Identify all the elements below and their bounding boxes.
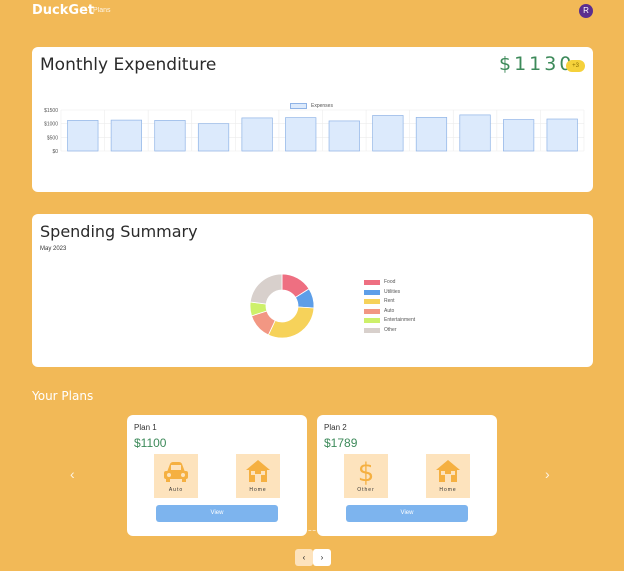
legend-label: Rent [384, 298, 395, 304]
dollar-icon: $ [358, 458, 375, 485]
category-tile-label: Other [357, 487, 375, 493]
svg-text:$: $ [358, 458, 375, 485]
monthly-expenditure-card: Monthly Expenditure $1130 +3 Expenses $0… [32, 47, 593, 192]
y-tick-label: $1500 [44, 108, 58, 114]
spending-summary-title: Spending Summary [40, 222, 198, 241]
pager-prev-button[interactable]: ‹ [295, 549, 313, 566]
bar[interactable] [154, 120, 186, 152]
bar[interactable] [503, 119, 535, 152]
house-icon [246, 460, 270, 482]
donut-slice-rent[interactable] [267, 306, 315, 339]
bar[interactable] [328, 120, 360, 152]
expenditure-delta-badge: +3 [566, 60, 585, 72]
category-tile-label: Home [249, 487, 267, 493]
legend-swatch [364, 299, 380, 304]
spending-summary-card: Spending Summary May 2023 Food Utilities R… [32, 214, 593, 367]
bar[interactable] [241, 117, 273, 152]
category-tile-home[interactable]: Home [236, 454, 280, 498]
legend-swatch [364, 308, 380, 314]
y-tick-label: $1000 [44, 122, 58, 128]
category-tile-home[interactable]: Home [426, 454, 470, 498]
y-tick-label: $500 [47, 135, 58, 141]
carousel-prev-arrow[interactable]: ‹ [70, 466, 75, 482]
plan-amount: $1789 [324, 436, 358, 450]
legend-label: Other [384, 326, 397, 333]
bar[interactable] [285, 117, 317, 152]
nav-link-plans[interactable]: Plans [93, 7, 111, 14]
legend-swatch [364, 327, 380, 333]
bar[interactable] [197, 123, 230, 152]
plan-name: Plan 2 [324, 423, 347, 432]
user-avatar[interactable]: R [579, 4, 593, 18]
bar[interactable] [67, 120, 99, 152]
donut-slice-other[interactable] [249, 273, 283, 305]
view-plan-button[interactable]: View [346, 505, 468, 522]
bar[interactable] [459, 114, 491, 152]
legend-label: Utilities [384, 288, 401, 295]
monthly-expenditure-title: Monthly Expenditure [40, 55, 217, 75]
plan-card-2[interactable]: Plan 2 $1789 $ Other Home View [317, 415, 497, 536]
bar[interactable] [546, 118, 578, 152]
category-tile-label: Home [439, 487, 457, 493]
category-tile-auto[interactable]: Auto [154, 454, 198, 498]
brand-logo[interactable]: DuckGet [32, 3, 94, 18]
category-tile-other[interactable]: $ Other [344, 454, 388, 498]
legend-label: Entertainment [384, 317, 416, 323]
bar[interactable] [415, 117, 448, 152]
plan-name: Plan 1 [134, 423, 157, 432]
car-icon [164, 462, 188, 482]
spending-donut-chart [249, 273, 315, 339]
pager-next-button[interactable]: › [313, 549, 331, 566]
bar[interactable] [110, 119, 142, 152]
category-tile-label: Auto [168, 487, 184, 493]
expenses-bar-chart: $0 $500 $1000 $1500 [44, 108, 585, 155]
legend-swatch [364, 318, 380, 323]
carousel-indicator [304, 530, 320, 532]
expenditure-total: $1130 [499, 53, 575, 75]
legend-label: Food [384, 279, 396, 285]
legend-label: Auto [384, 307, 395, 314]
plan-card-1[interactable]: Plan 1 $1100 Auto Home View [127, 415, 307, 536]
your-plans-heading: Your Plans [32, 389, 94, 403]
y-tick-label: $0 [52, 149, 58, 155]
plan-amount: $1100 [134, 436, 167, 450]
legend-swatch [364, 280, 380, 285]
bar[interactable] [372, 115, 404, 152]
view-plan-button[interactable]: View [156, 505, 278, 522]
house-icon [436, 460, 460, 482]
top-navbar: DuckGet Plans R [0, 0, 624, 24]
legend-swatch [364, 289, 380, 295]
spending-summary-month: May 2023 [40, 246, 67, 252]
carousel-next-arrow[interactable]: › [545, 466, 550, 482]
